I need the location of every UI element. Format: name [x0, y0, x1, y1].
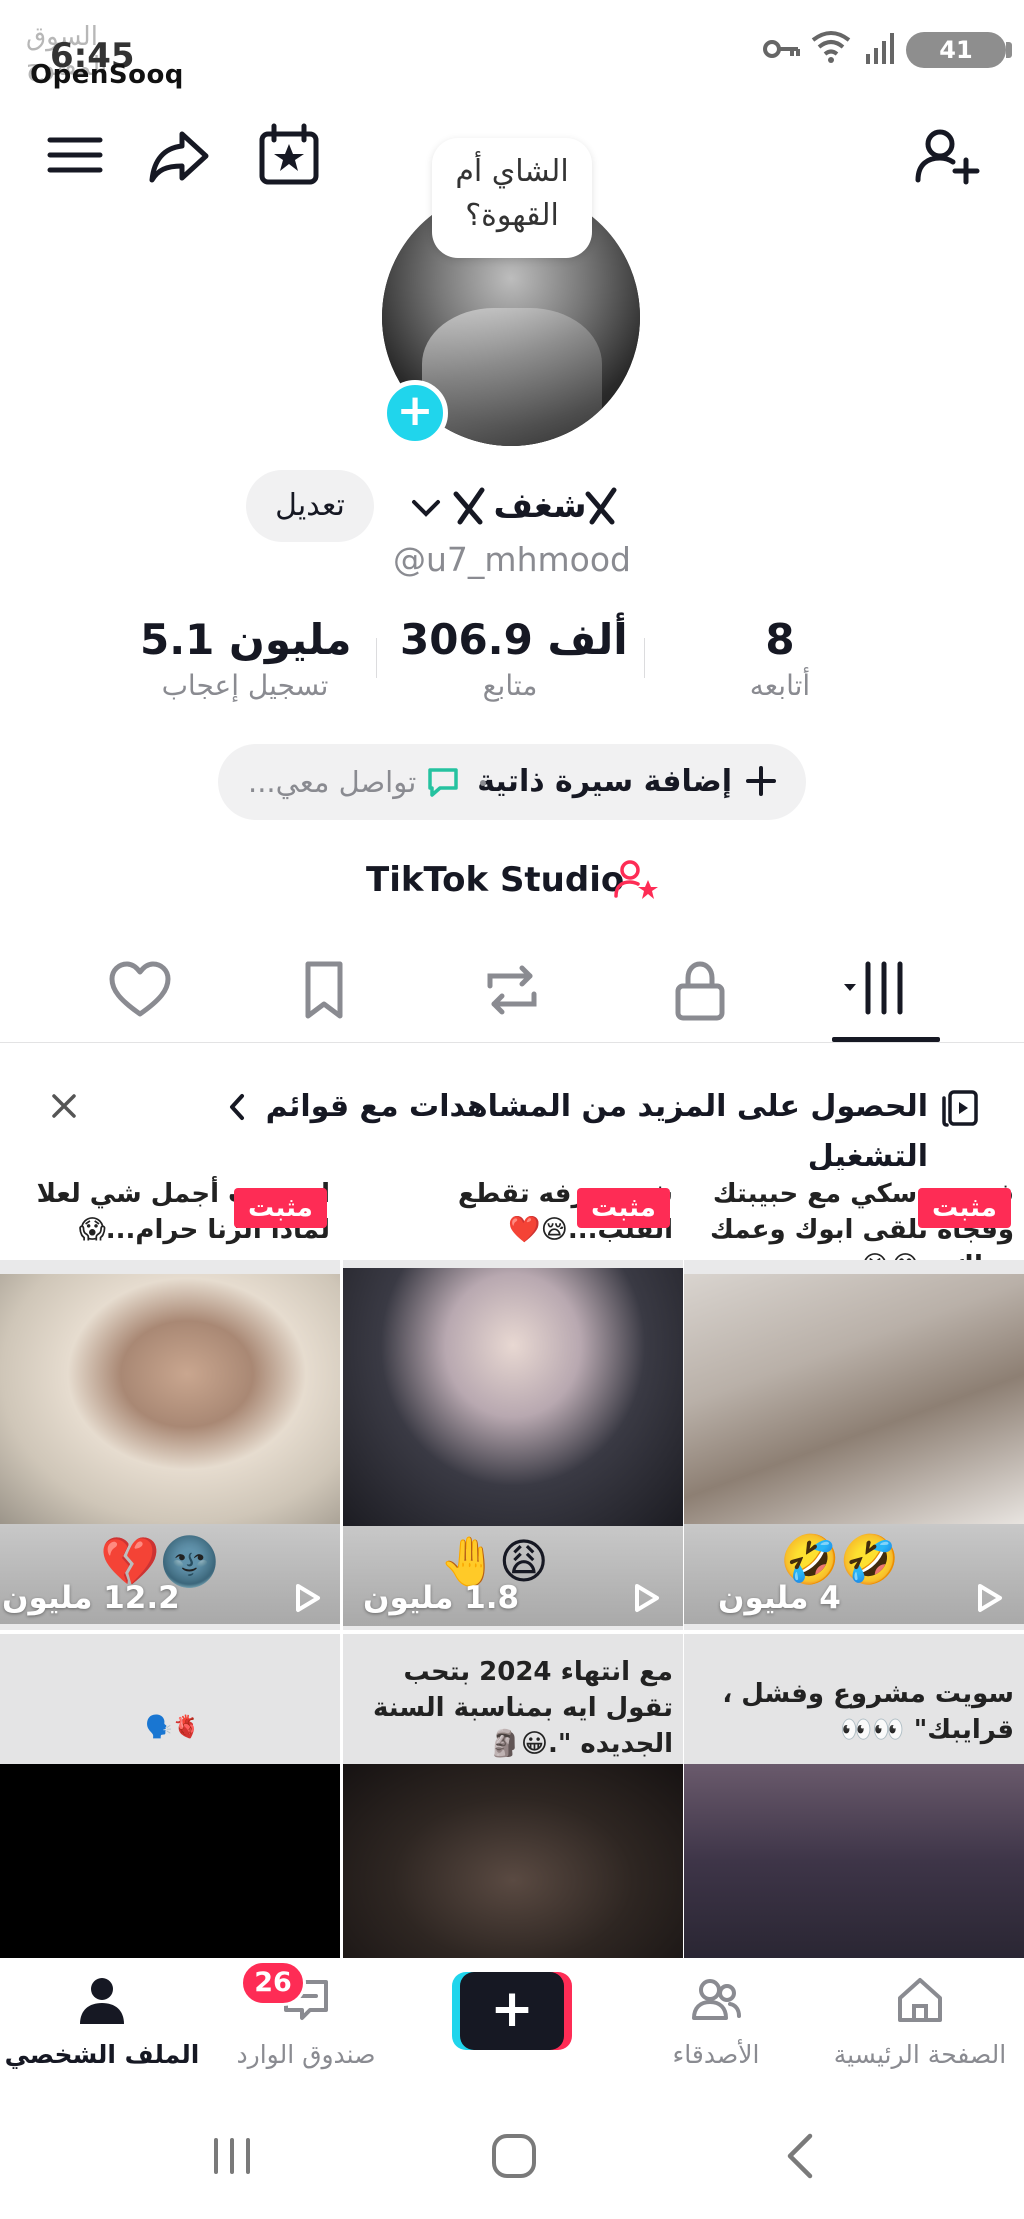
video-thumbnail	[343, 1268, 683, 1526]
nav-profile[interactable]: الملف الشخصي	[2, 1958, 202, 2080]
video-tile[interactable]: شي تعرفه تقطع القلب...😪❤️ مثبت 🤚😩 1.8 مل…	[343, 1170, 683, 1630]
close-icon[interactable]	[46, 1088, 82, 1124]
menu-icon[interactable]	[40, 120, 110, 190]
add-bio-button[interactable]: إضافة سيرة ذاتية	[477, 744, 732, 820]
cross-check-icon	[582, 484, 622, 528]
play-icon	[292, 1582, 322, 1614]
video-caption: 🫀🗣️	[0, 1634, 340, 1764]
back-icon[interactable]	[772, 2126, 832, 2186]
edit-profile-button[interactable]: تعديل	[246, 470, 374, 542]
view-count: 4 مليون	[718, 1580, 841, 1616]
system-navigation	[0, 2090, 1024, 2219]
add-story-button[interactable]: +	[382, 380, 448, 446]
video-tile[interactable]: 🫀🗣️	[0, 1634, 340, 1958]
status-bar: السوق المفتوح 6:45 OpenSooq 41	[0, 0, 1024, 100]
video-thumbnail	[684, 1274, 1024, 1524]
bubble-line-2: القهوة؟	[465, 198, 559, 233]
following-label: أتابعه	[749, 669, 811, 702]
play-icon	[631, 1582, 661, 1614]
nav-home[interactable]: الصفحة الرئيسية	[820, 1958, 1020, 2080]
create-video-button[interactable]: +	[452, 1972, 572, 2050]
followers-label: متابع	[482, 669, 538, 702]
bio-actions-pill: إضافة سيرة ذاتية تواصل معي...	[218, 744, 806, 820]
nav-home-label: الصفحة الرئيسية	[833, 2040, 1007, 2069]
home-icon	[894, 1974, 946, 2026]
stat-following[interactable]: 8 أتابعه	[720, 612, 840, 712]
contact-me-button[interactable]: تواصل معي...	[248, 744, 416, 820]
video-thumbnail	[684, 1764, 1024, 1958]
view-count: 1.8 مليون	[363, 1580, 520, 1616]
opensooq-watermark: السوق المفتوح 6:45 OpenSooq	[22, 20, 183, 98]
video-caption: مع انتهاء 2024 بتحب تقول ايه بمناسبة الس…	[343, 1634, 683, 1764]
tabs-divider	[0, 1042, 1024, 1043]
username: @u7_mhmood	[393, 540, 631, 579]
pinned-badge: مثبت	[918, 1188, 1011, 1228]
share-icon[interactable]	[144, 120, 214, 190]
video-thumbnail	[343, 1764, 683, 1958]
signal-icon	[864, 30, 898, 66]
plus-icon	[746, 766, 776, 796]
stat-divider	[376, 638, 377, 678]
nav-inbox-label: صندوق الوارد	[236, 2040, 376, 2069]
creator-star-icon[interactable]	[614, 858, 660, 902]
home-button-icon[interactable]	[484, 2126, 544, 2186]
add-friend-icon[interactable]	[912, 120, 982, 190]
key-icon	[762, 34, 802, 64]
nav-inbox[interactable]: صندوق الوارد	[206, 1958, 406, 2080]
tab-saved[interactable]	[284, 950, 364, 1030]
playlist-promo-text[interactable]: الحصول على المزيد من المشاهدات مع قوائم …	[228, 1082, 928, 1174]
video-tile[interactable]: سويت مشروع وفشل ، قرايبك" 👀👀	[684, 1634, 1024, 1958]
recent-apps-icon[interactable]	[202, 2126, 262, 2186]
tab-private[interactable]	[660, 950, 740, 1030]
avatar-note-bubble[interactable]: الشاي أم القهوة؟	[432, 138, 592, 258]
message-icon	[426, 766, 460, 798]
battery-level: 41	[939, 36, 973, 64]
tab-reposts[interactable]	[472, 950, 552, 1030]
calendar-star-icon[interactable]	[254, 120, 324, 190]
inbox-badge: 26	[240, 1960, 306, 2006]
pinned-badge: مثبت	[577, 1188, 670, 1228]
nav-friends[interactable]: الأصدقاء	[616, 1958, 816, 2080]
stat-followers[interactable]: 306.9 ألف متابع	[400, 612, 628, 712]
nav-friends-label: الأصدقاء	[672, 2040, 760, 2069]
create-plus-label: +	[460, 1972, 564, 2050]
stat-divider	[644, 638, 645, 678]
video-thumbnail	[0, 1274, 340, 1524]
nav-profile-label: الملف الشخصي	[4, 2040, 200, 2069]
video-caption: سويت مشروع وفشل ، قرايبك" 👀👀	[684, 1634, 1024, 1764]
separator-dot	[480, 780, 486, 786]
following-count: 8	[765, 615, 795, 664]
tab-liked[interactable]	[100, 950, 180, 1030]
tiktok-studio-link[interactable]: TikTok Studio	[366, 855, 624, 905]
play-icon	[974, 1582, 1004, 1614]
video-thumbnail	[0, 1764, 340, 1958]
likes-count: 5.1 مليون	[140, 615, 352, 664]
profile-icon	[76, 1974, 128, 2026]
view-count: 12.2 مليون	[2, 1580, 180, 1616]
video-tile[interactable]: مع انتهاء 2024 بتحب تقول ايه بمناسبة الس…	[343, 1634, 683, 1958]
playlist-icon	[940, 1088, 980, 1128]
tab-videos[interactable]	[842, 950, 922, 1030]
chevron-down-icon[interactable]	[408, 490, 444, 526]
stat-likes[interactable]: 5.1 مليون تسجيل إعجاب	[140, 612, 352, 712]
wifi-icon	[810, 28, 852, 64]
battery-indicator: 41	[906, 32, 1012, 68]
pinned-badge: مثبت	[234, 1188, 327, 1228]
video-tile[interactable]: فضيحة سكي مع حبيبتك وفجأه تلقى ابوك وعمك…	[684, 1170, 1024, 1630]
bubble-line-1: الشاي أم	[455, 154, 569, 189]
video-tile[interactable]: اني بنت أجمل شي لعلا لماذا الزنا حرام...…	[0, 1170, 340, 1630]
followers-count: 306.9 ألف	[400, 615, 628, 664]
watermark-english: OpenSooq	[30, 60, 184, 90]
friends-icon	[690, 1974, 742, 2026]
likes-label: تسجيل إعجاب	[161, 669, 329, 702]
